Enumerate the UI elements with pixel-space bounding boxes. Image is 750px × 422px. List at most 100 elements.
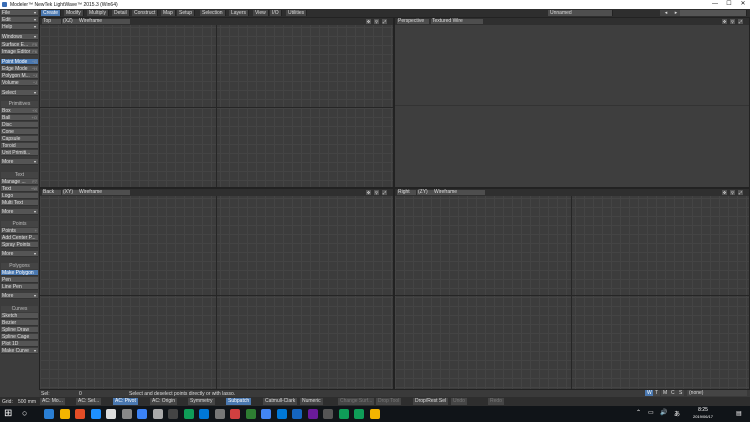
spline-cage-tool[interactable]: Spline Cage <box>1 334 38 340</box>
select-menu[interactable]: Select ▾ <box>1 90 38 96</box>
move-view-icon[interactable]: ✥ <box>722 19 727 24</box>
redo-button[interactable]: Redo <box>488 398 504 405</box>
viewport-back[interactable]: Back (XY) Wireframe ✥ ⚲ ⤢ <box>39 188 394 390</box>
tab-detail[interactable]: Detail <box>112 10 130 16</box>
minimize-button[interactable]: — <box>708 1 722 8</box>
tab-map[interactable]: Map <box>161 10 176 16</box>
add-center-point-tool[interactable]: Add Center P... <box>1 235 38 241</box>
taskbar-app-icon[interactable] <box>369 409 380 419</box>
volume-button[interactable]: Volume ^J <box>1 80 38 86</box>
pen-tool[interactable]: Pen <box>1 277 38 283</box>
maximize-view-icon[interactable]: ⤢ <box>382 190 387 195</box>
zoom-view-icon[interactable]: ⚲ <box>730 19 735 24</box>
file-menu[interactable]: File ▾ <box>1 10 38 16</box>
tab-layers[interactable]: Layers <box>229 10 250 16</box>
render-mode-select[interactable]: Wireframe <box>78 190 130 195</box>
taskbar-app-icon[interactable] <box>276 409 287 419</box>
tab-io[interactable]: I/O <box>270 10 282 16</box>
viewport-top[interactable]: Top (XZ) Wireframe ✥ ⚲ ⤢ <box>39 17 394 188</box>
render-mode-select[interactable]: Textured Wire <box>431 19 483 24</box>
tab-selection[interactable]: Selection <box>200 10 226 16</box>
layer-c-button[interactable]: C <box>669 390 677 396</box>
ac-selection-button[interactable]: AC: Sel... <box>76 398 102 405</box>
taskbar-app-icon[interactable] <box>59 409 70 419</box>
tab-create[interactable]: Create <box>41 10 62 16</box>
catmull-clark-select[interactable]: Catmull-Clark <box>263 398 298 405</box>
taskbar-app-icon[interactable] <box>323 409 333 419</box>
manage-fonts-button[interactable]: Manage ... F7 <box>1 179 38 185</box>
taskbar-app-icon[interactable] <box>183 409 194 419</box>
taskbar-app-icon[interactable] <box>137 409 147 419</box>
taskbar-app-icon[interactable] <box>261 409 271 419</box>
layer-s-button[interactable]: S <box>677 390 685 396</box>
drop-rest-sel-button[interactable]: Drop/Rest Sel <box>413 398 449 405</box>
render-mode-select[interactable]: Wireframe <box>433 190 485 195</box>
taskbar-app-icon[interactable] <box>106 409 116 419</box>
cone-tool[interactable]: Cone <box>1 129 38 135</box>
taskbar-app-icon[interactable] <box>338 409 349 419</box>
windows-menu[interactable]: Windows ▾ <box>1 34 38 40</box>
change-surface-button[interactable]: Change Surf... <box>338 398 375 405</box>
tab-multiply[interactable]: Multiply <box>87 10 109 16</box>
text-more-menu[interactable]: More ▾ <box>1 209 38 215</box>
capsule-tool[interactable]: Capsule <box>1 136 38 142</box>
taskbar-app-icon[interactable] <box>245 409 256 419</box>
maximize-view-icon[interactable]: ⤢ <box>738 190 743 195</box>
search-icon[interactable]: ○ <box>22 408 27 418</box>
spray-points-tool[interactable]: Spray Points <box>1 242 38 248</box>
view-type-select[interactable]: Right <box>397 190 416 195</box>
layer-buttons[interactable] <box>680 10 747 16</box>
close-button[interactable]: ✕ <box>736 1 750 8</box>
taskbar-app-icon[interactable] <box>90 409 101 419</box>
taskbar-app-icon[interactable] <box>214 409 225 419</box>
zoom-view-icon[interactable]: ⚲ <box>374 190 379 195</box>
box-tool[interactable]: Box +X <box>1 108 38 114</box>
taskbar-app-icon[interactable] <box>199 409 209 419</box>
viewport-perspective[interactable]: Perspective Textured Wire ✥ ⚲ ⤢ <box>394 17 750 188</box>
tab-construct[interactable]: Construct <box>132 10 159 16</box>
view-type-select[interactable]: Top <box>42 19 61 24</box>
surface-editor-button[interactable]: Surface E... F5 <box>1 42 38 48</box>
ball-tool[interactable]: Ball +O <box>1 115 38 121</box>
tab-modify[interactable]: Modify <box>64 10 84 16</box>
bezier-tool[interactable]: Bezier <box>1 320 38 326</box>
vmap-select[interactable]: (none) <box>687 390 747 396</box>
taskbar-app-icon[interactable] <box>354 409 364 419</box>
taskbar-app-icon[interactable] <box>292 409 302 419</box>
help-menu[interactable]: Help ▾ <box>1 24 38 30</box>
tab-utilities[interactable]: Utilities <box>286 10 308 16</box>
logo-tool[interactable]: Logo <box>1 193 38 199</box>
axis-select[interactable]: (XZ) <box>62 19 78 24</box>
axis-select[interactable]: (XY) <box>62 190 78 195</box>
image-editor-button[interactable]: Image Editor F6 <box>1 49 38 55</box>
zoom-view-icon[interactable]: ⚲ <box>374 19 379 24</box>
object-name-select[interactable]: Unnamed <box>548 10 613 16</box>
start-icon[interactable]: ⊞ <box>4 408 12 419</box>
ac-mode-button[interactable]: AC: Mo... <box>40 398 65 405</box>
maximize-view-icon[interactable]: ⤢ <box>738 19 743 24</box>
notification-icon[interactable]: ▤ <box>736 410 742 417</box>
symmetry-button[interactable]: Symmetry <box>188 398 215 405</box>
taskbar-app-icon[interactable] <box>44 409 54 419</box>
text-tool[interactable]: Text +W <box>1 186 38 192</box>
tray-up-icon[interactable]: ⌃ <box>636 409 641 416</box>
polygon-mode-button[interactable]: Polygon M... ^J <box>1 73 38 79</box>
taskbar-app-icon[interactable] <box>168 409 178 419</box>
toroid-tool[interactable]: Toroid <box>1 143 38 149</box>
undo-button[interactable]: Undo <box>451 398 467 405</box>
render-mode-select[interactable]: Wireframe <box>78 19 130 24</box>
layer-m-button[interactable]: M <box>661 390 670 396</box>
clock-date[interactable]: 2019/06/17 <box>688 414 718 419</box>
clock-time[interactable]: 8:25 <box>688 407 718 413</box>
drop-tool-button[interactable]: Drop Tool <box>376 398 402 405</box>
plot-1d-tool[interactable]: Plot 1D <box>1 341 38 347</box>
make-curve-menu[interactable]: Make Curve ▾ <box>1 348 38 354</box>
edge-mode-button[interactable]: Edge Mode ^H <box>1 66 38 72</box>
taskbar-app-icon[interactable] <box>230 409 240 419</box>
move-view-icon[interactable]: ✥ <box>366 19 371 24</box>
move-view-icon[interactable]: ✥ <box>722 190 727 195</box>
ac-pivot-button[interactable]: AC: Pivot <box>113 398 138 405</box>
ac-origin-button[interactable]: AC: Origin <box>150 398 178 405</box>
polygons-more-menu[interactable]: More ▾ <box>1 293 38 299</box>
line-pen-tool[interactable]: Line Pen <box>1 284 38 290</box>
